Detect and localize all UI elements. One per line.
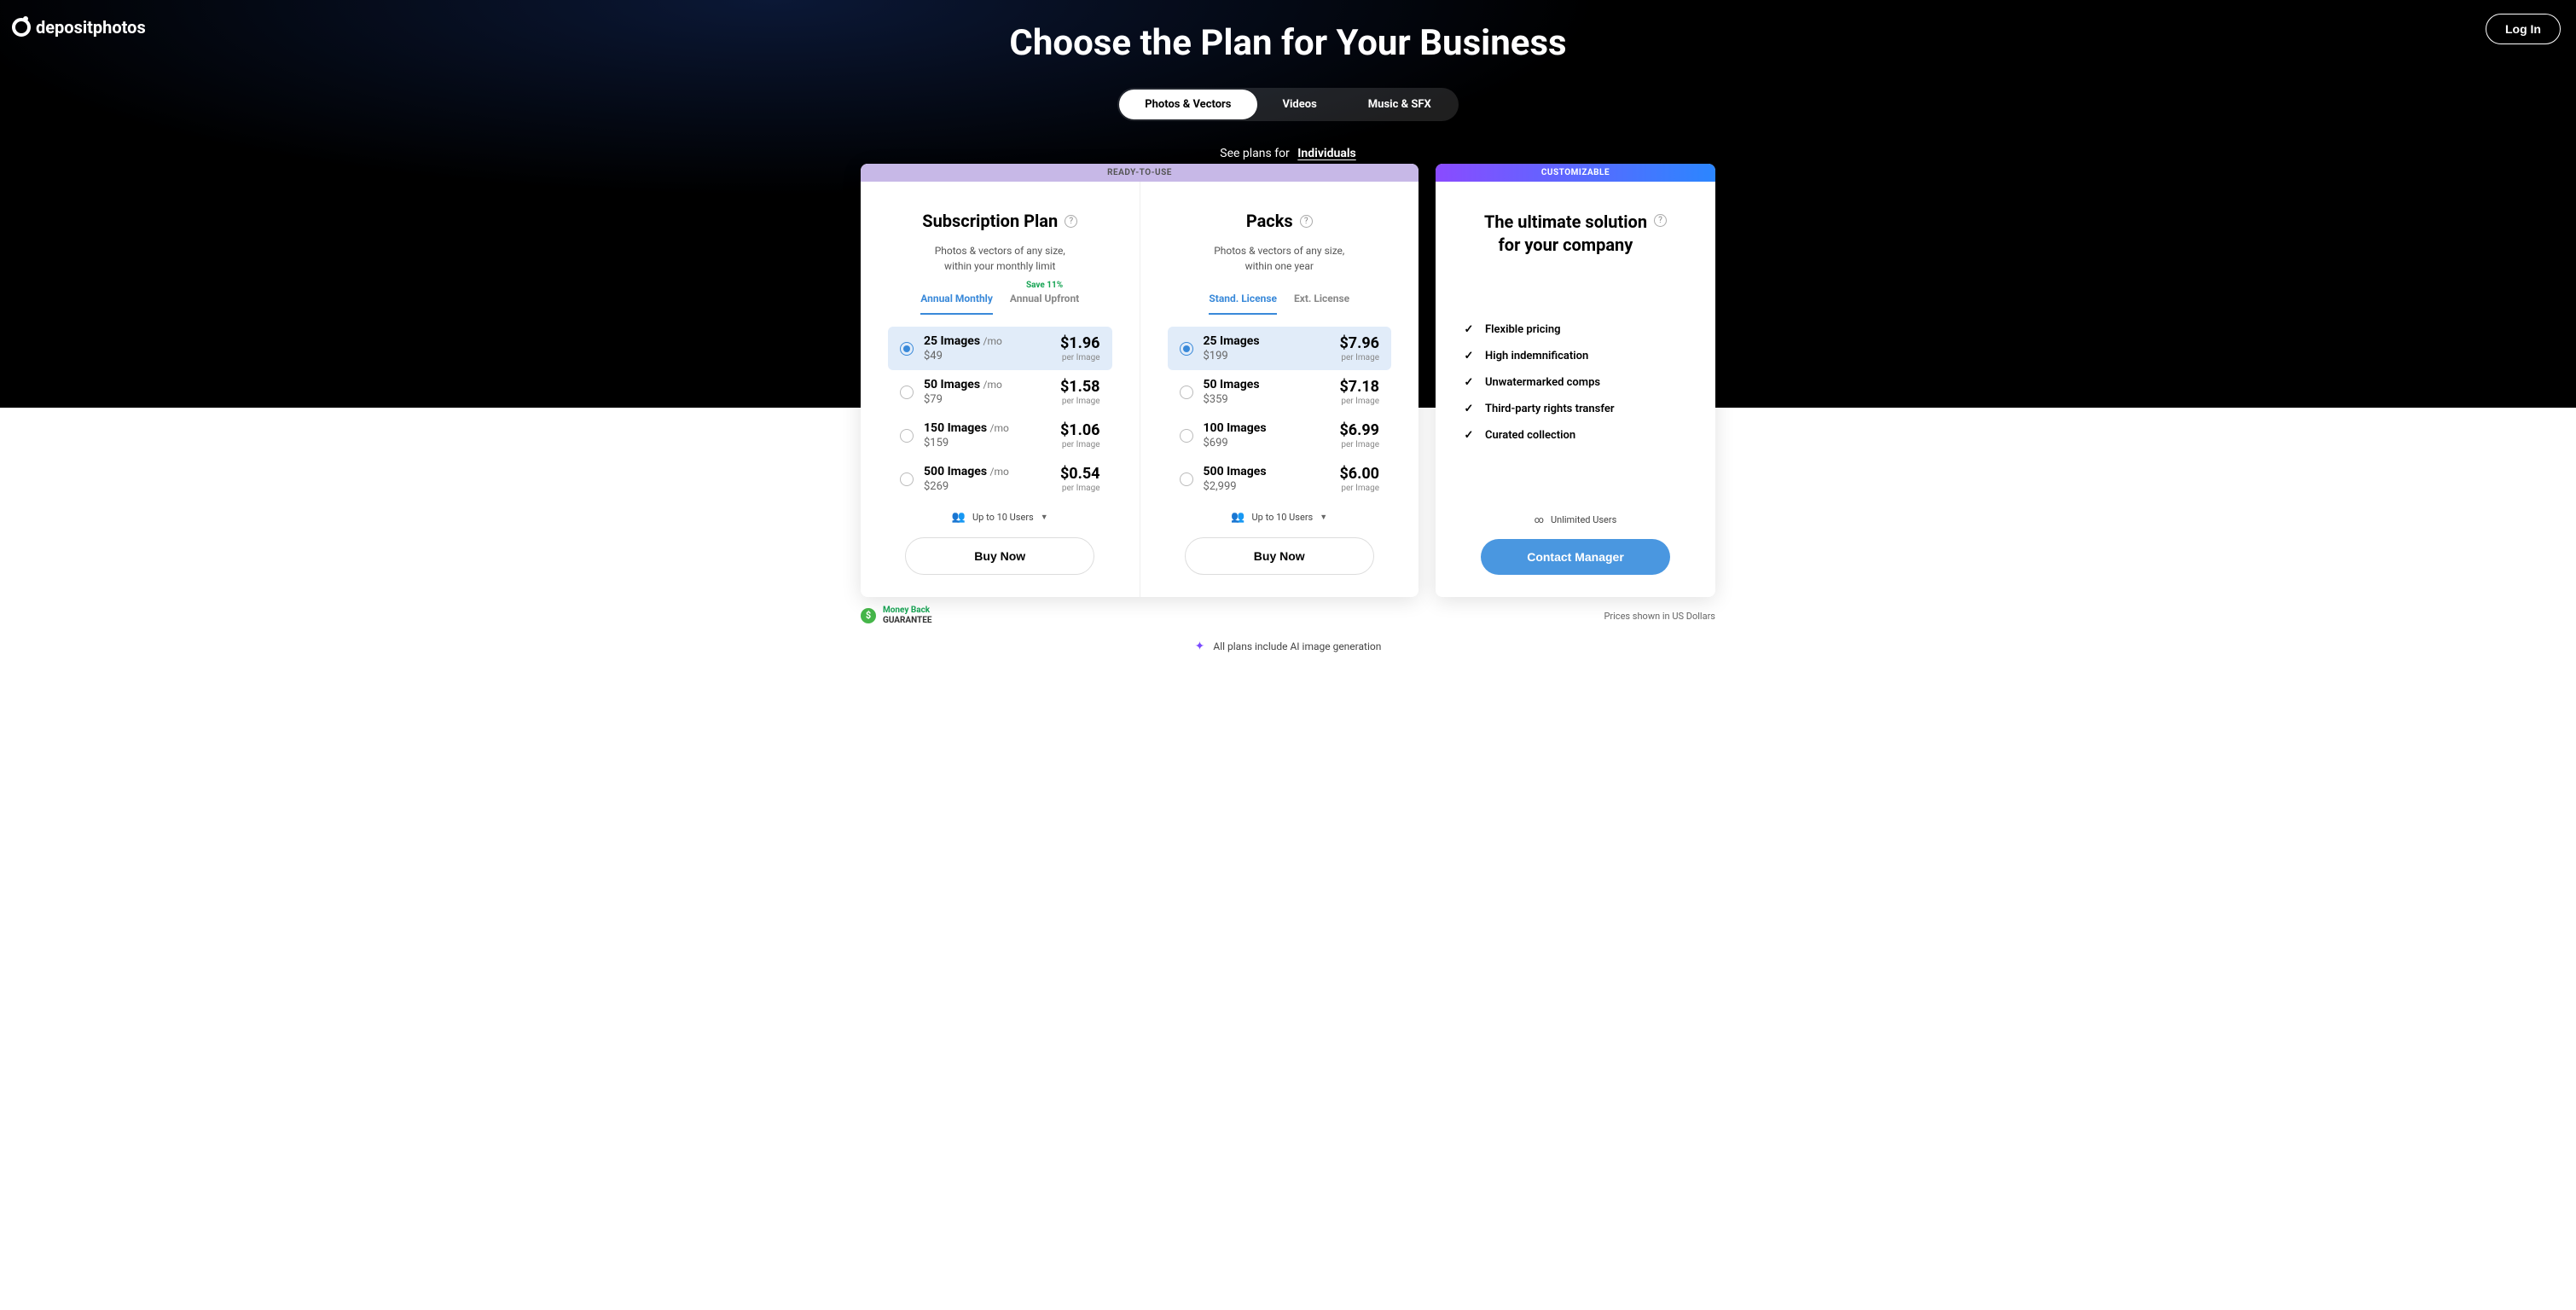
- packs-users-dropdown[interactable]: 👥 Up to 10 Users ▼: [1168, 511, 1392, 524]
- dollar-badge-icon: $: [861, 608, 876, 623]
- currency-note: Prices shown in US Dollars: [1604, 611, 1715, 622]
- sparkle-icon: ✦: [1195, 640, 1205, 653]
- pack-option-50[interactable]: 50 Images $359 $7.18 per Image: [1168, 370, 1392, 414]
- packs-title: Packs: [1246, 211, 1293, 231]
- media-type-tabs: Photos & Vectors Videos Music & SFX: [1117, 88, 1459, 121]
- ultimate-features: ✓Flexible pricing ✓High indemnification …: [1463, 323, 1688, 455]
- money-back-badge: $ Money Back GUARANTEE: [861, 606, 932, 626]
- packs-options: 25 Images $199 $7.96 per Image 50 Images…: [1168, 327, 1392, 501]
- subscription-options: 25 Images /mo $49 $1.96 per Image 50 Ima…: [888, 327, 1112, 501]
- radio-icon: [1180, 429, 1193, 443]
- subscription-users-dropdown[interactable]: 👥 Up to 10 Users ▼: [888, 511, 1112, 524]
- tab-annual-monthly[interactable]: Annual Monthly: [920, 293, 993, 315]
- radio-icon: [900, 342, 914, 356]
- packs-column: Packs ? Photos & vectors of any size, wi…: [1140, 182, 1419, 597]
- brand-logo[interactable]: depositphotos: [12, 17, 146, 38]
- customizable-card: CUSTOMIZABLE The ultimate solution for y…: [1436, 164, 1715, 597]
- check-icon: ✓: [1463, 376, 1475, 389]
- unlimited-users-row: ∞ Unlimited Users: [1463, 514, 1688, 525]
- tab-music-sfx[interactable]: Music & SFX: [1343, 90, 1457, 119]
- radio-icon: [900, 385, 914, 399]
- ai-note: ✦ All plans include AI image generation: [0, 640, 2576, 653]
- radio-icon: [900, 429, 914, 443]
- check-icon: ✓: [1463, 403, 1475, 415]
- radio-icon: [900, 472, 914, 486]
- pack-option-500[interactable]: 500 Images $2,999 $6.00 per Image: [1168, 457, 1392, 501]
- chevron-down-icon: ▼: [1320, 513, 1327, 522]
- radio-icon: [1180, 342, 1193, 356]
- individuals-link[interactable]: Individuals: [1297, 147, 1355, 160]
- users-icon: 👥: [952, 511, 966, 524]
- contact-manager-button[interactable]: Contact Manager: [1481, 539, 1670, 575]
- radio-icon: [1180, 385, 1193, 399]
- check-icon: ✓: [1463, 350, 1475, 362]
- help-icon[interactable]: ?: [1300, 215, 1313, 228]
- logo-icon: [12, 18, 31, 37]
- see-plans-row: See plans for Individuals: [0, 147, 2576, 160]
- help-icon[interactable]: ?: [1654, 214, 1667, 227]
- check-icon: ✓: [1463, 323, 1475, 336]
- page-title: Choose the Plan for Your Business: [0, 14, 2576, 64]
- pack-option-25[interactable]: 25 Images $199 $7.96 per Image: [1168, 327, 1392, 370]
- tab-photos-vectors[interactable]: Photos & Vectors: [1119, 90, 1256, 119]
- infinity-icon: ∞: [1535, 514, 1544, 525]
- ready-to-use-card: READY-TO-USE Subscription Plan ? Photos …: [861, 164, 1419, 597]
- sub-option-25[interactable]: 25 Images /mo $49 $1.96 per Image: [888, 327, 1112, 370]
- subscription-buy-button[interactable]: Buy Now: [905, 537, 1094, 575]
- packs-buy-button[interactable]: Buy Now: [1185, 537, 1374, 575]
- banner-custom: CUSTOMIZABLE: [1436, 164, 1715, 182]
- sub-option-50[interactable]: 50 Images /mo $79 $1.58 per Image: [888, 370, 1112, 414]
- subscription-title: Subscription Plan: [922, 211, 1058, 231]
- check-icon: ✓: [1463, 429, 1475, 442]
- tab-annual-upfront[interactable]: Save 11% Annual Upfront: [1010, 293, 1079, 315]
- login-button[interactable]: Log In: [2486, 14, 2561, 44]
- sub-option-500[interactable]: 500 Images /mo $269 $0.54 per Image: [888, 457, 1112, 501]
- help-icon[interactable]: ?: [1065, 215, 1077, 228]
- banner-ready: READY-TO-USE: [861, 164, 1419, 182]
- subscription-column: Subscription Plan ? Photos & vectors of …: [861, 182, 1140, 597]
- chevron-down-icon: ▼: [1041, 513, 1048, 522]
- sub-option-150[interactable]: 150 Images /mo $159 $1.06 per Image: [888, 414, 1112, 457]
- tab-extended-license[interactable]: Ext. License: [1294, 293, 1349, 315]
- users-icon: 👥: [1231, 511, 1244, 524]
- tab-standard-license[interactable]: Stand. License: [1209, 293, 1277, 315]
- tab-videos[interactable]: Videos: [1257, 90, 1343, 119]
- radio-icon: [1180, 472, 1193, 486]
- pack-option-100[interactable]: 100 Images $699 $6.99 per Image: [1168, 414, 1392, 457]
- brand-name: depositphotos: [36, 17, 146, 38]
